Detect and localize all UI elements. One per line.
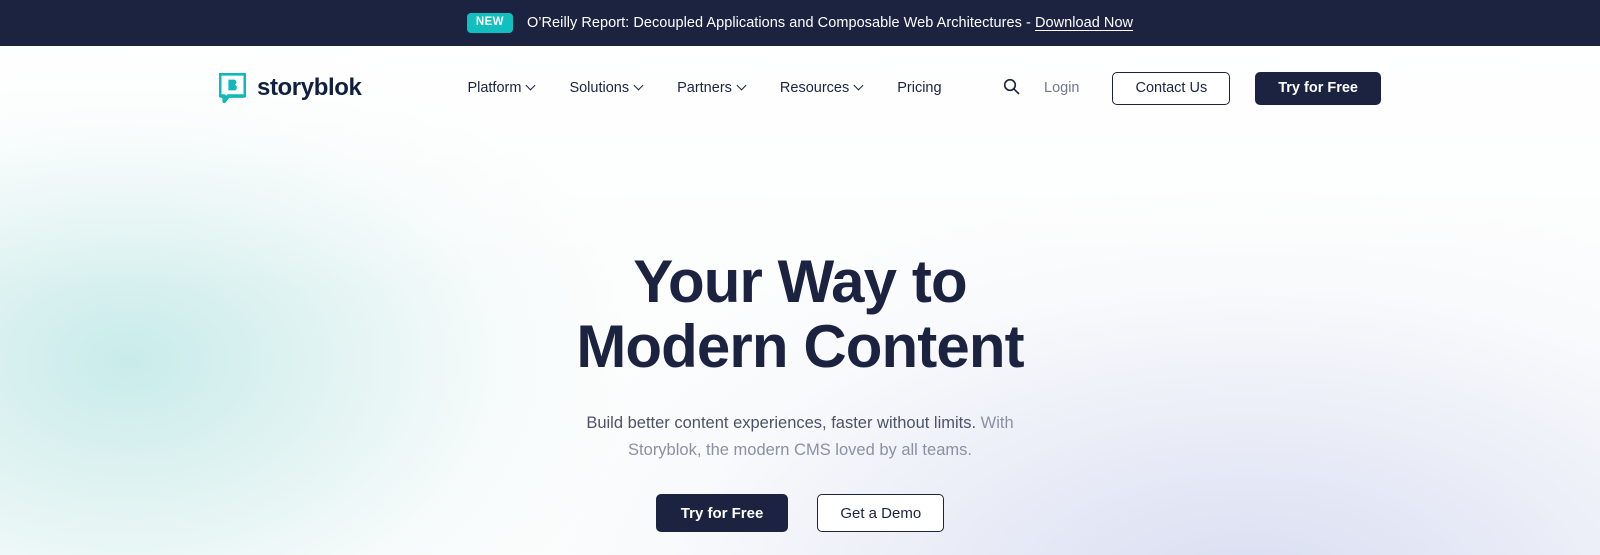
hero-get-a-demo-button[interactable]: Get a Demo bbox=[817, 494, 945, 533]
nav-label: Partners bbox=[677, 80, 732, 96]
new-badge: NEW bbox=[466, 13, 513, 33]
site-header: storyblok Platform Solutions Partners Re… bbox=[0, 46, 1600, 130]
storyblok-bubble-b-icon bbox=[219, 73, 246, 103]
hero-section: storyblok Platform Solutions Partners Re… bbox=[0, 46, 1600, 555]
nav-item-pricing[interactable]: Pricing bbox=[897, 80, 941, 96]
announcement-message: O’Reilly Report: Decoupled Applications … bbox=[526, 15, 1035, 31]
login-link[interactable]: Login bbox=[1044, 80, 1079, 96]
nav-item-platform[interactable]: Platform bbox=[467, 80, 535, 96]
hero-cta-group: Try for Free Get a Demo bbox=[0, 494, 1600, 533]
header-try-for-free-button[interactable]: Try for Free bbox=[1255, 71, 1381, 105]
hero-subtitle-lead: Build better content experiences, faster… bbox=[586, 413, 977, 432]
hero-content: Your Way to Modern Content Build better … bbox=[0, 130, 1600, 533]
chevron-down-icon bbox=[855, 82, 863, 90]
nav-label: Platform bbox=[467, 80, 522, 96]
announcement-banner: NEW O’Reilly Report: Decoupled Applicati… bbox=[0, 0, 1600, 46]
brand-name: storyblok bbox=[257, 74, 362, 101]
chevron-down-icon bbox=[738, 82, 746, 90]
nav-label: Resources bbox=[779, 80, 850, 96]
hero-subtitle: Build better content experiences, faster… bbox=[550, 410, 1050, 463]
nav-label: Solutions bbox=[569, 80, 630, 96]
search-icon bbox=[1003, 78, 1020, 98]
contact-us-button[interactable]: Contact Us bbox=[1112, 71, 1231, 105]
search-button[interactable] bbox=[996, 73, 1026, 103]
announcement-text: O’Reilly Report: Decoupled Applications … bbox=[527, 15, 1133, 31]
chevron-down-icon bbox=[635, 82, 643, 90]
page-title: Your Way to Modern Content bbox=[520, 249, 1080, 380]
chevron-down-icon bbox=[527, 82, 535, 90]
nav-item-solutions[interactable]: Solutions bbox=[569, 80, 643, 96]
main-navigation: Platform Solutions Partners Resources Pr… bbox=[467, 80, 941, 96]
nav-item-partners[interactable]: Partners bbox=[677, 80, 746, 96]
hero-title-line-2: Content bbox=[803, 313, 1024, 381]
download-now-link[interactable]: Download Now bbox=[1035, 15, 1133, 31]
nav-label: Pricing bbox=[897, 80, 942, 96]
hero-try-for-free-button[interactable]: Try for Free bbox=[655, 494, 789, 533]
header-actions: Login Contact Us Try for Free bbox=[996, 71, 1381, 105]
brand-logo[interactable]: storyblok bbox=[219, 73, 362, 103]
nav-item-resources[interactable]: Resources bbox=[780, 80, 863, 96]
